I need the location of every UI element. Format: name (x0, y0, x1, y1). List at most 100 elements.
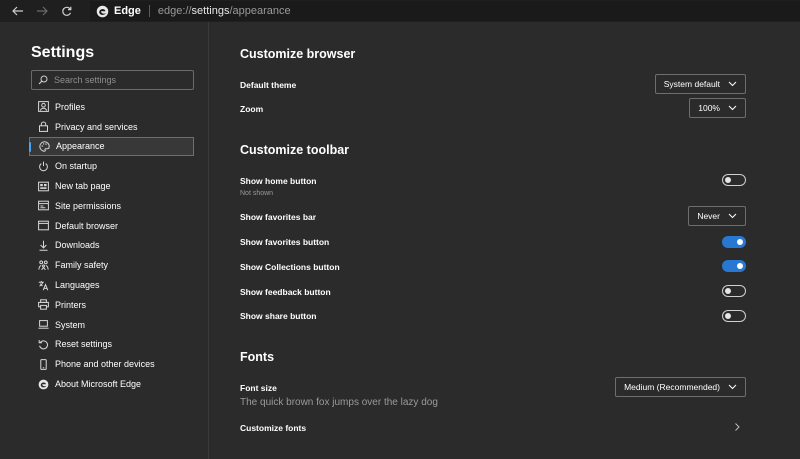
share-button-toggle[interactable] (722, 310, 746, 322)
sidebar-item-label: Family safety (55, 260, 109, 271)
new-tab-icon (37, 180, 49, 192)
sidebar-item-site-permissions[interactable]: Site permissions (29, 196, 194, 216)
font-size-label: Font size (240, 383, 277, 393)
address-divider (148, 5, 150, 17)
languages-icon (37, 279, 49, 291)
sidebar-item-privacy[interactable]: Privacy and services (29, 117, 194, 137)
phone-icon (37, 358, 49, 370)
sidebar-item-label: Reset settings (55, 339, 113, 350)
zoom-dropdown[interactable]: 100% (689, 98, 746, 118)
profile-icon (37, 101, 49, 113)
edge-logo-icon (96, 5, 109, 17)
back-button[interactable] (6, 0, 30, 22)
arrow-left-icon (12, 6, 23, 16)
settings-nav: Profiles Privacy and services Appearance… (29, 97, 194, 394)
sidebar-title: Settings (31, 44, 95, 61)
settings-content: Customize browser Default theme System d… (210, 22, 800, 459)
sidebar-item-printers[interactable]: Printers (29, 295, 194, 315)
default-theme-dropdown[interactable]: System default (654, 74, 746, 94)
sidebar-item-label: Default browser (55, 220, 119, 231)
lock-icon (37, 121, 49, 133)
sidebar-item-on-startup[interactable]: On startup (29, 156, 194, 176)
sidebar-item-label: System (55, 319, 86, 330)
zoom-label: Zoom (240, 104, 264, 114)
chevron-right-icon[interactable] (732, 422, 742, 432)
chevron-down-icon (728, 81, 737, 87)
font-size-value: Medium (Recommended) (624, 382, 720, 392)
font-size-dropdown[interactable]: Medium (Recommended) (615, 377, 746, 397)
favorites-button-toggle[interactable] (722, 236, 746, 248)
favorites-bar-label: Show favorites bar (240, 212, 317, 222)
section-title-customize-browser: Customize browser (240, 47, 356, 61)
sidebar-item-label: Languages (55, 280, 100, 291)
sidebar-item-label: Site permissions (55, 200, 122, 211)
default-theme-value: System default (663, 79, 720, 89)
settings-sidebar: Settings Profiles Privacy and services A… (0, 22, 209, 459)
reset-icon (37, 338, 49, 350)
search-box[interactable] (31, 70, 194, 90)
download-icon (37, 239, 49, 251)
forward-button[interactable] (30, 0, 54, 22)
search-icon (38, 75, 48, 85)
browser-icon (37, 220, 49, 232)
sidebar-item-label: Phone and other devices (55, 359, 155, 370)
sidebar-item-label: Downloads (55, 240, 100, 251)
sidebar-item-new-tab-page[interactable]: New tab page (29, 176, 194, 196)
palette-icon (38, 140, 50, 152)
chevron-down-icon (728, 384, 737, 390)
sidebar-item-label: On startup (55, 161, 98, 172)
family-icon (37, 259, 49, 271)
sidebar-item-appearance[interactable]: Appearance (29, 136, 194, 157)
search-input[interactable] (54, 75, 184, 85)
sidebar-item-default-browser[interactable]: Default browser (29, 216, 194, 236)
url-text: edge://settings/appearance (158, 5, 291, 17)
customize-fonts-label[interactable]: Customize fonts (240, 423, 306, 433)
chevron-down-icon (728, 105, 737, 111)
browser-toolbar: Edge edge://settings/appearance (0, 0, 800, 22)
sidebar-item-label: New tab page (55, 181, 111, 192)
sidebar-item-family-safety[interactable]: Family safety (29, 255, 194, 275)
collections-button-toggle[interactable] (722, 260, 746, 272)
url-suffix: /appearance (229, 5, 291, 17)
default-theme-label: Default theme (240, 80, 297, 90)
section-title-customize-toolbar: Customize toolbar (240, 143, 350, 157)
section-title-fonts: Fonts (240, 350, 275, 364)
share-button-label: Show share button (240, 311, 317, 321)
home-button-subtext: Not shown (240, 190, 274, 197)
sidebar-item-label: About Microsoft Edge (55, 379, 142, 390)
favorites-bar-value: Never (697, 211, 720, 221)
address-bar[interactable]: Edge edge://settings/appearance (90, 1, 800, 21)
url-path: settings (191, 5, 230, 17)
system-icon (37, 319, 49, 331)
sidebar-item-about-edge[interactable]: About Microsoft Edge (29, 374, 194, 394)
sidebar-item-downloads[interactable]: Downloads (29, 236, 194, 256)
site-name: Edge (114, 5, 141, 17)
sidebar-item-profiles[interactable]: Profiles (29, 97, 194, 117)
feedback-button-toggle[interactable] (722, 285, 746, 297)
favorites-button-label: Show favorites button (240, 237, 330, 247)
site-permissions-icon (37, 200, 49, 212)
home-button-label: Show home button (240, 176, 317, 186)
zoom-value: 100% (698, 103, 720, 113)
arrow-right-icon (37, 6, 48, 16)
home-button-toggle[interactable] (722, 174, 746, 186)
feedback-button-label: Show feedback button (240, 287, 331, 297)
edge-icon (37, 378, 49, 390)
sidebar-item-phone-devices[interactable]: Phone and other devices (29, 354, 194, 374)
sidebar-item-system[interactable]: System (29, 315, 194, 335)
sidebar-item-label: Profiles (55, 101, 86, 112)
font-sample-text: The quick brown fox jumps over the lazy … (240, 397, 438, 408)
collections-button-label: Show Collections button (240, 262, 340, 272)
sidebar-item-label: Appearance (56, 141, 105, 152)
power-icon (37, 160, 49, 172)
sidebar-item-languages[interactable]: Languages (29, 275, 194, 295)
sidebar-item-reset-settings[interactable]: Reset settings (29, 335, 194, 355)
refresh-icon (61, 6, 71, 16)
favorites-bar-dropdown[interactable]: Never (688, 206, 746, 226)
sidebar-item-label: Printers (55, 299, 87, 310)
refresh-button[interactable] (54, 0, 78, 22)
chevron-down-icon (728, 213, 737, 219)
printer-icon (37, 299, 49, 311)
sidebar-item-label: Privacy and services (55, 121, 138, 132)
url-prefix: edge:// (157, 5, 192, 17)
